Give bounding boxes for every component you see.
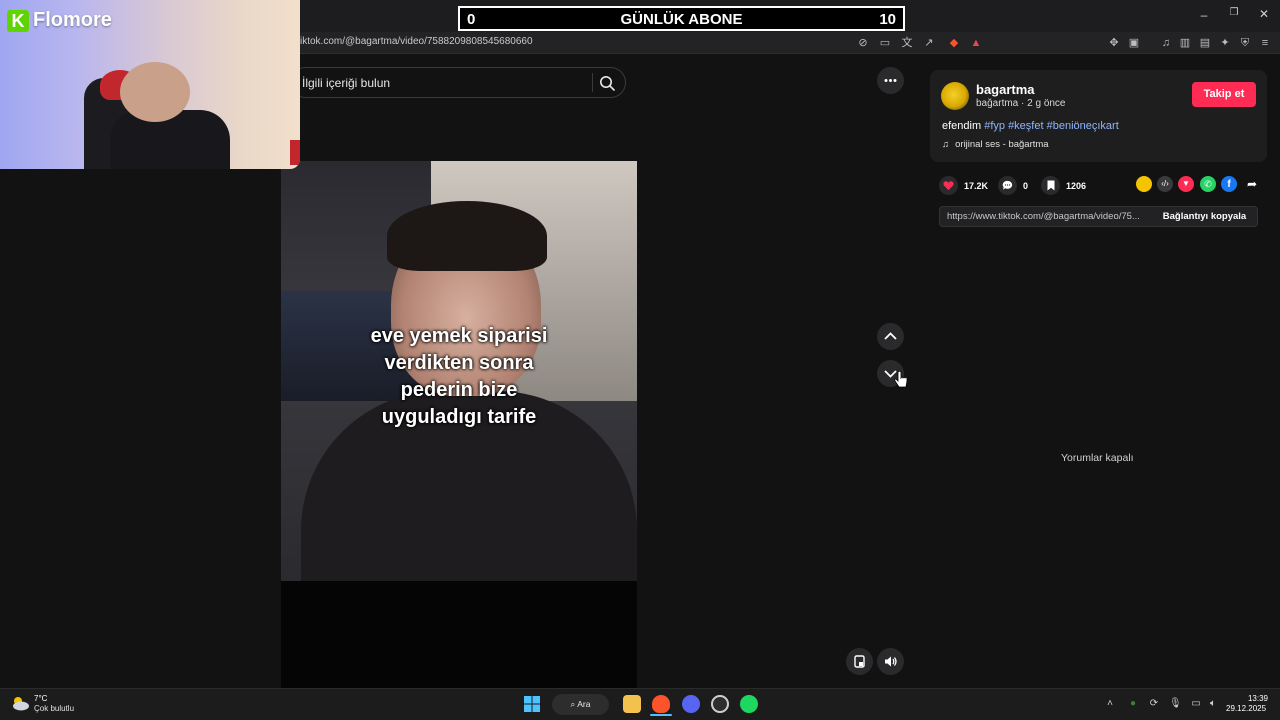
- webcam-person-face: [120, 62, 190, 122]
- share-arrow-icon[interactable]: ➦: [1244, 176, 1260, 192]
- more-options-button[interactable]: [877, 67, 904, 94]
- hand-cursor-icon: [894, 371, 908, 388]
- taskbar-search[interactable]: ⌕ Ara: [552, 694, 609, 715]
- copy-link-button[interactable]: Bağlantıyı kopyala: [1153, 208, 1256, 225]
- caption-line: eve yemek siparisi: [370, 325, 548, 347]
- save-stat[interactable]: 1206: [1041, 176, 1086, 195]
- comments-disabled-text: Yorumlar kapalı: [1061, 452, 1134, 464]
- windows-start-icon[interactable]: [523, 695, 541, 713]
- tray-app-icon[interactable]: ●: [1127, 698, 1139, 709]
- bookmark-icon[interactable]: [1041, 176, 1060, 195]
- author-meta: bağartma · 2 g önce: [976, 98, 1066, 109]
- caption-line: uyguladıgı tarife: [381, 406, 537, 428]
- close-icon[interactable]: ✕: [1256, 7, 1272, 21]
- mini-player-button[interactable]: [846, 648, 873, 675]
- taskbar-search-label: Ara: [577, 699, 591, 709]
- obs-icon[interactable]: [711, 695, 729, 713]
- microphone-icon[interactable]: 🎙︎: [1169, 698, 1182, 709]
- brave-rewards-icon[interactable]: ▲: [968, 35, 984, 51]
- like-stat[interactable]: 17.2K: [939, 176, 988, 195]
- tiktok-share-icon[interactable]: ▼: [1178, 176, 1194, 192]
- more-icon: [884, 79, 897, 82]
- brave-shield-icon[interactable]: ◆: [946, 35, 962, 51]
- vpn-icon[interactable]: ⛨: [1237, 35, 1253, 51]
- menu-icon[interactable]: ≡: [1257, 35, 1273, 51]
- heart-icon[interactable]: [939, 176, 958, 195]
- video-person-hair: [387, 201, 547, 271]
- spotify-icon[interactable]: [740, 695, 758, 713]
- speaker-icon[interactable]: 🔈︎: [1207, 698, 1219, 709]
- chevron-up-icon: [884, 332, 897, 340]
- hashtag-link[interactable]: #beniöneçıkart: [1047, 120, 1119, 132]
- no-media-icon[interactable]: ⊘: [855, 35, 871, 51]
- video-link-url[interactable]: https://www.tiktok.com/@bagartma/video/7…: [947, 211, 1140, 222]
- show-hidden-icons-icon[interactable]: ˄: [1104, 698, 1116, 709]
- avatar[interactable]: [941, 82, 969, 110]
- save-count: 1206: [1066, 180, 1087, 191]
- wallet-icon[interactable]: ▤: [1197, 35, 1213, 51]
- counter-title: GÜNLÜK ABONE: [620, 11, 743, 28]
- music-row[interactable]: ♫ orijinal ses - bağartma: [942, 139, 1049, 150]
- comment-stat[interactable]: 0: [998, 176, 1028, 195]
- counter-goal: 10: [879, 11, 896, 28]
- brand-logo-icon: K: [7, 9, 29, 32]
- cloud-icon[interactable]: [10, 695, 30, 711]
- weather-condition[interactable]: Çok bulutlu: [34, 704, 74, 713]
- coin-share-icon[interactable]: [1136, 176, 1152, 192]
- extensions-icon[interactable]: ✥: [1106, 35, 1122, 51]
- video-caption: eve yemek siparisi verdikten sonra peder…: [281, 323, 637, 431]
- search-divider: [592, 73, 593, 92]
- leo-ai-icon[interactable]: ✦: [1217, 35, 1233, 51]
- embed-icon[interactable]: ‹/›: [1157, 176, 1173, 192]
- brand-logo: K Flomore: [7, 9, 112, 32]
- subscriber-counter: 0 GÜNLÜK ABONE 10: [458, 6, 905, 31]
- media-icon[interactable]: ♫: [1158, 35, 1174, 51]
- clock-time[interactable]: 13:39: [1240, 694, 1268, 703]
- minimize-icon[interactable]: –: [1196, 8, 1212, 22]
- share-page-icon[interactable]: ↗: [921, 35, 937, 51]
- video-player[interactable]: eve yemek siparisi verdikten sonra peder…: [281, 161, 637, 688]
- file-explorer-icon[interactable]: [623, 695, 641, 713]
- description-text: efendim: [942, 120, 985, 132]
- follow-button[interactable]: Takip et: [1192, 82, 1256, 107]
- comment-count: 0: [1023, 180, 1029, 191]
- music-note-icon: ♫: [942, 139, 950, 150]
- cast-icon[interactable]: ▭: [877, 35, 893, 51]
- clock-date[interactable]: 29.12.2025: [1226, 704, 1266, 713]
- sidebar-icon[interactable]: ▥: [1177, 35, 1193, 51]
- brave-browser-icon[interactable]: [652, 695, 670, 713]
- post-description: efendim #fyp #keşfet #beniöneçıkart: [942, 120, 1119, 132]
- url-text[interactable]: iktok.com/@bagartma/video/75882098085456…: [300, 36, 533, 47]
- discord-icon[interactable]: [682, 695, 700, 713]
- mini-player-icon: [854, 655, 865, 668]
- search-icon[interactable]: [598, 74, 616, 92]
- music-title[interactable]: orijinal ses - bağartma: [955, 139, 1048, 150]
- facebook-icon[interactable]: f: [1221, 176, 1237, 192]
- like-count: 17.2K: [964, 180, 989, 191]
- hashtag-link[interactable]: #keşfet: [1008, 120, 1043, 132]
- previous-video-button[interactable]: [877, 323, 904, 350]
- volume-button[interactable]: [877, 648, 904, 675]
- webcam-red-object: [290, 140, 300, 165]
- translate-icon[interactable]: 文: [899, 35, 915, 51]
- search-placeholder: İlgili içeriği bulun: [302, 76, 391, 90]
- whatsapp-icon[interactable]: ✆: [1200, 176, 1216, 192]
- author-name[interactable]: bagartma: [976, 82, 1035, 97]
- caption-line: pederin bize: [400, 379, 518, 401]
- video-bottom-area: [281, 581, 637, 688]
- volume-icon: [885, 656, 897, 667]
- sync-icon[interactable]: ⟳: [1148, 698, 1160, 709]
- brand-name: Flomore: [33, 9, 112, 31]
- caption-line: verdikten sonra: [384, 352, 534, 374]
- network-icon[interactable]: ▭: [1190, 698, 1202, 709]
- screenshot-icon[interactable]: ▣: [1126, 35, 1142, 51]
- hashtag-link[interactable]: #fyp: [984, 120, 1005, 132]
- active-app-indicator: [650, 714, 672, 716]
- restore-icon[interactable]: ❐: [1226, 7, 1242, 18]
- webcam-overlay: K Flomore: [0, 0, 300, 169]
- weather-temperature[interactable]: 7°C: [34, 694, 47, 703]
- comment-icon[interactable]: [998, 176, 1017, 195]
